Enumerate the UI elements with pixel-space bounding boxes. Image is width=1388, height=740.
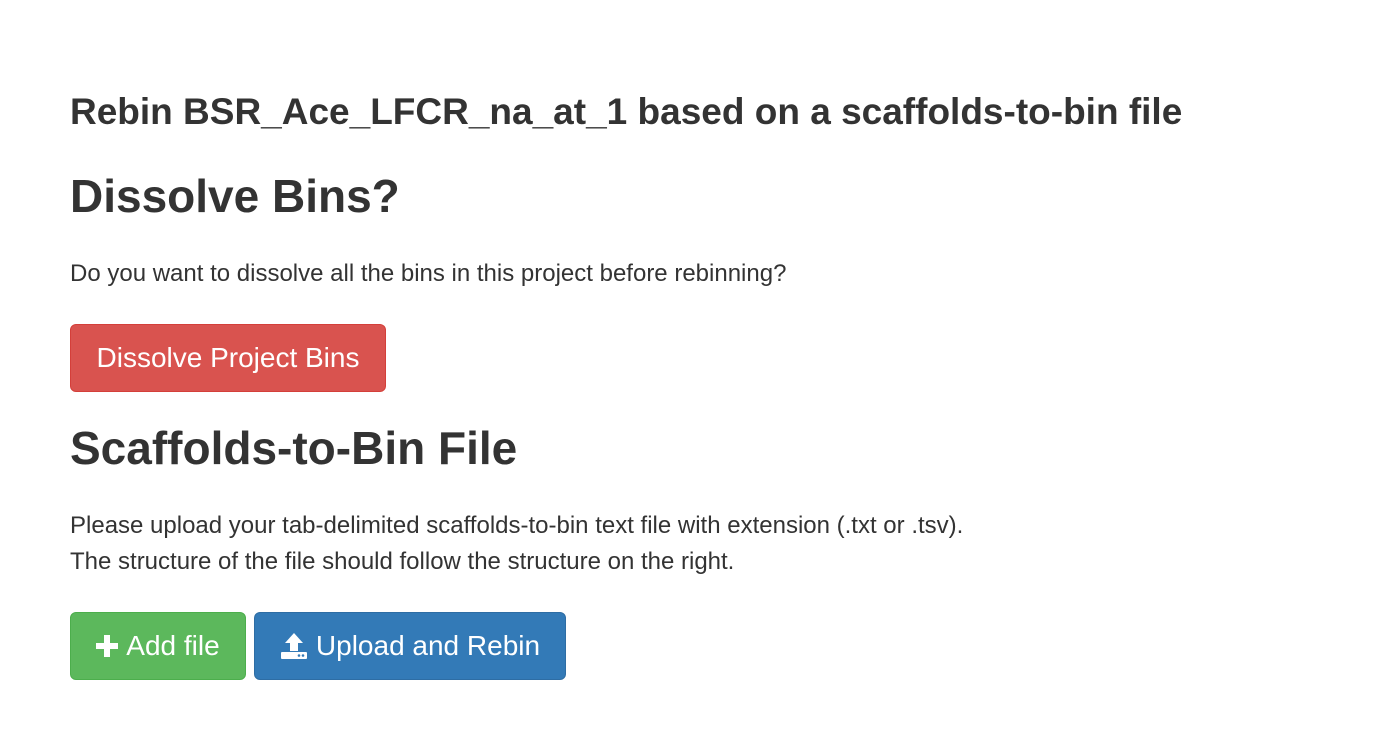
add-file-button[interactable]: Add file bbox=[70, 612, 246, 680]
dissolve-project-bins-button[interactable]: Dissolve Project Bins bbox=[70, 324, 386, 392]
dissolve-project-bins-label: Dissolve Project Bins bbox=[96, 342, 360, 373]
scaffolds-description-line2: The structure of the file should follow … bbox=[70, 548, 735, 575]
rebin-page: Rebin BSR_Ace_LFCR_na_at_1 based on a sc… bbox=[0, 0, 1388, 740]
scaffolds-to-bin-heading: Scaffolds-to-Bin File bbox=[70, 422, 518, 474]
upload-and-rebin-label: Upload and Rebin bbox=[315, 630, 541, 661]
upload-icon bbox=[280, 632, 308, 660]
add-file-label: Add file bbox=[126, 630, 220, 661]
dissolve-bins-heading: Dissolve Bins? bbox=[70, 170, 400, 222]
plus-icon bbox=[96, 635, 119, 657]
page-title: Rebin BSR_Ace_LFCR_na_at_1 based on a sc… bbox=[70, 91, 1183, 132]
dissolve-bins-description: Do you want to dissolve all the bins in … bbox=[70, 260, 787, 287]
upload-and-rebin-button[interactable]: Upload and Rebin bbox=[254, 612, 566, 680]
scaffolds-description-line1: Please upload your tab-delimited scaffol… bbox=[70, 512, 964, 539]
